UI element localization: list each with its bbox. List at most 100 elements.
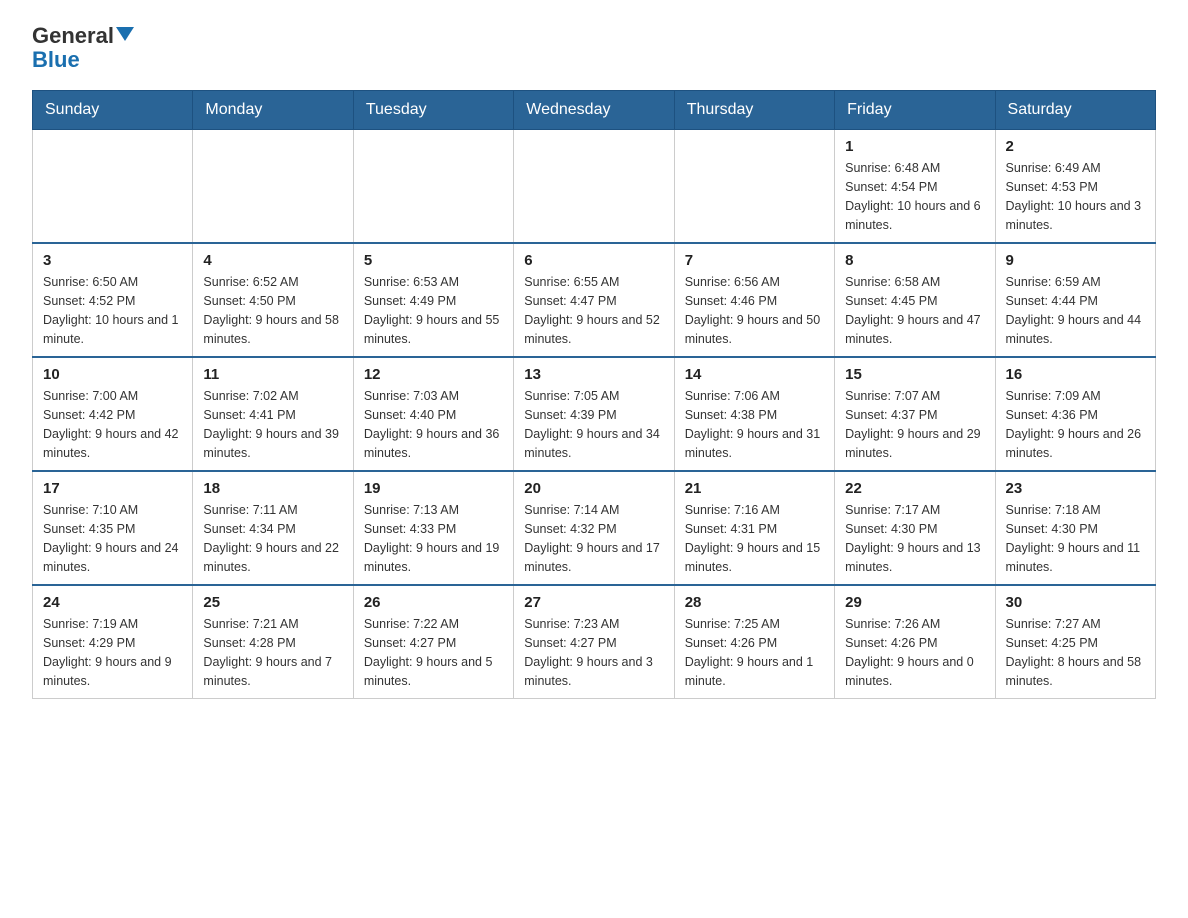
day-info: Sunrise: 7:17 AM Sunset: 4:30 PM Dayligh… [845, 501, 984, 576]
day-number: 18 [203, 480, 342, 497]
calendar-cell [674, 130, 834, 244]
calendar-cell [193, 130, 353, 244]
day-info: Sunrise: 7:18 AM Sunset: 4:30 PM Dayligh… [1006, 501, 1145, 576]
day-number: 25 [203, 594, 342, 611]
cell-content: 23 Sunrise: 7:18 AM Sunset: 4:30 PM Dayli… [1006, 480, 1145, 576]
calendar-cell [514, 130, 674, 244]
weekday-header-sunday: Sunday [33, 91, 193, 130]
calendar-cell: 2 Sunrise: 6:49 AM Sunset: 4:53 PM Daylig… [995, 130, 1155, 244]
day-number: 28 [685, 594, 824, 611]
day-info: Sunrise: 7:03 AM Sunset: 4:40 PM Dayligh… [364, 387, 503, 462]
calendar-cell: 27Sunrise: 7:23 AM Sunset: 4:27 PM Dayli… [514, 585, 674, 699]
calendar-cell: 30 Sunrise: 7:27 AM Sunset: 4:25 PM Dayli… [995, 585, 1155, 699]
calendar-cell: 4 Sunrise: 6:52 AM Sunset: 4:50 PM Daylig… [193, 243, 353, 357]
calendar-cell: 8Sunrise: 6:58 AM Sunset: 4:45 PM Daylig… [835, 243, 995, 357]
cell-content: 21Sunrise: 7:16 AM Sunset: 4:31 PM Dayli… [685, 480, 824, 576]
cell-content: 28 Sunrise: 7:25 AM Sunset: 4:26 PM Dayli… [685, 594, 824, 690]
calendar-cell: 1 Sunrise: 6:48 AM Sunset: 4:54 PM Daylig… [835, 130, 995, 244]
day-number: 16 [1006, 366, 1145, 383]
day-number: 30 [1006, 594, 1145, 611]
day-number: 6 [524, 252, 663, 269]
day-number: 8 [845, 252, 984, 269]
day-info: Sunrise: 7:09 AM Sunset: 4:36 PM Dayligh… [1006, 387, 1145, 462]
day-info: Sunrise: 7:26 AM Sunset: 4:26 PM Dayligh… [845, 615, 984, 690]
day-number: 7 [685, 252, 824, 269]
week-row-5: 24 Sunrise: 7:19 AM Sunset: 4:29 PM Dayli… [33, 585, 1156, 699]
day-info: Sunrise: 7:22 AM Sunset: 4:27 PM Dayligh… [364, 615, 503, 690]
cell-content: 19Sunrise: 7:13 AM Sunset: 4:33 PM Dayli… [364, 480, 503, 576]
day-info: Sunrise: 7:25 AM Sunset: 4:26 PM Dayligh… [685, 615, 824, 690]
week-row-4: 17Sunrise: 7:10 AM Sunset: 4:35 PM Dayli… [33, 471, 1156, 585]
calendar-cell [353, 130, 513, 244]
day-number: 29 [845, 594, 984, 611]
calendar-cell: 3Sunrise: 6:50 AM Sunset: 4:52 PM Daylig… [33, 243, 193, 357]
weekday-header-friday: Friday [835, 91, 995, 130]
cell-content: 25 Sunrise: 7:21 AM Sunset: 4:28 PM Dayli… [203, 594, 342, 690]
day-info: Sunrise: 7:19 AM Sunset: 4:29 PM Dayligh… [43, 615, 182, 690]
logo-blue-text: Blue [32, 47, 80, 72]
day-number: 10 [43, 366, 182, 383]
day-info: Sunrise: 6:48 AM Sunset: 4:54 PM Dayligh… [845, 159, 984, 234]
day-number: 3 [43, 252, 182, 269]
day-info: Sunrise: 7:14 AM Sunset: 4:32 PM Dayligh… [524, 501, 663, 576]
week-row-3: 10Sunrise: 7:00 AM Sunset: 4:42 PM Dayli… [33, 357, 1156, 471]
cell-content: 24 Sunrise: 7:19 AM Sunset: 4:29 PM Dayli… [43, 594, 182, 690]
day-number: 4 [203, 252, 342, 269]
cell-content: 10Sunrise: 7:00 AM Sunset: 4:42 PM Dayli… [43, 366, 182, 462]
day-info: Sunrise: 6:53 AM Sunset: 4:49 PM Dayligh… [364, 273, 503, 348]
logo-triangle-icon [116, 27, 134, 41]
calendar-cell: 16 Sunrise: 7:09 AM Sunset: 4:36 PM Dayli… [995, 357, 1155, 471]
cell-content: 22 Sunrise: 7:17 AM Sunset: 4:30 PM Dayli… [845, 480, 984, 576]
calendar-cell: 5 Sunrise: 6:53 AM Sunset: 4:49 PM Daylig… [353, 243, 513, 357]
day-number: 5 [364, 252, 503, 269]
cell-content: 26 Sunrise: 7:22 AM Sunset: 4:27 PM Dayli… [364, 594, 503, 690]
calendar-cell: 17Sunrise: 7:10 AM Sunset: 4:35 PM Dayli… [33, 471, 193, 585]
day-number: 19 [364, 480, 503, 497]
day-number: 22 [845, 480, 984, 497]
day-number: 20 [524, 480, 663, 497]
header: General Blue [32, 24, 1156, 72]
logo: General Blue [32, 24, 134, 72]
calendar-cell: 29 Sunrise: 7:26 AM Sunset: 4:26 PM Dayli… [835, 585, 995, 699]
day-number: 2 [1006, 138, 1145, 155]
day-info: Sunrise: 7:07 AM Sunset: 4:37 PM Dayligh… [845, 387, 984, 462]
day-number: 23 [1006, 480, 1145, 497]
calendar-cell: 22 Sunrise: 7:17 AM Sunset: 4:30 PM Dayli… [835, 471, 995, 585]
calendar: SundayMondayTuesdayWednesdayThursdayFrid… [32, 90, 1156, 699]
day-number: 9 [1006, 252, 1145, 269]
cell-content: 16 Sunrise: 7:09 AM Sunset: 4:36 PM Dayli… [1006, 366, 1145, 462]
cell-content: 18 Sunrise: 7:11 AM Sunset: 4:34 PM Dayli… [203, 480, 342, 576]
day-info: Sunrise: 6:55 AM Sunset: 4:47 PM Dayligh… [524, 273, 663, 348]
cell-content: 6 Sunrise: 6:55 AM Sunset: 4:47 PM Daylig… [524, 252, 663, 348]
day-info: Sunrise: 7:21 AM Sunset: 4:28 PM Dayligh… [203, 615, 342, 690]
cell-content: 1 Sunrise: 6:48 AM Sunset: 4:54 PM Daylig… [845, 138, 984, 234]
cell-content: 2 Sunrise: 6:49 AM Sunset: 4:53 PM Daylig… [1006, 138, 1145, 234]
day-number: 1 [845, 138, 984, 155]
calendar-cell: 15 Sunrise: 7:07 AM Sunset: 4:37 PM Dayli… [835, 357, 995, 471]
cell-content: 29 Sunrise: 7:26 AM Sunset: 4:26 PM Dayli… [845, 594, 984, 690]
calendar-cell: 21Sunrise: 7:16 AM Sunset: 4:31 PM Dayli… [674, 471, 834, 585]
calendar-cell: 26 Sunrise: 7:22 AM Sunset: 4:27 PM Dayli… [353, 585, 513, 699]
calendar-cell: 25 Sunrise: 7:21 AM Sunset: 4:28 PM Dayli… [193, 585, 353, 699]
cell-content: 14Sunrise: 7:06 AM Sunset: 4:38 PM Dayli… [685, 366, 824, 462]
weekday-header-thursday: Thursday [674, 91, 834, 130]
day-number: 24 [43, 594, 182, 611]
day-info: Sunrise: 7:23 AM Sunset: 4:27 PM Dayligh… [524, 615, 663, 690]
day-number: 26 [364, 594, 503, 611]
calendar-cell: 18 Sunrise: 7:11 AM Sunset: 4:34 PM Dayli… [193, 471, 353, 585]
calendar-cell: 24 Sunrise: 7:19 AM Sunset: 4:29 PM Dayli… [33, 585, 193, 699]
day-number: 15 [845, 366, 984, 383]
calendar-cell [33, 130, 193, 244]
cell-content: 15 Sunrise: 7:07 AM Sunset: 4:37 PM Dayli… [845, 366, 984, 462]
day-info: Sunrise: 6:49 AM Sunset: 4:53 PM Dayligh… [1006, 159, 1145, 234]
day-info: Sunrise: 7:10 AM Sunset: 4:35 PM Dayligh… [43, 501, 182, 576]
week-row-2: 3Sunrise: 6:50 AM Sunset: 4:52 PM Daylig… [33, 243, 1156, 357]
day-info: Sunrise: 6:52 AM Sunset: 4:50 PM Dayligh… [203, 273, 342, 348]
calendar-cell: 14Sunrise: 7:06 AM Sunset: 4:38 PM Dayli… [674, 357, 834, 471]
day-info: Sunrise: 7:27 AM Sunset: 4:25 PM Dayligh… [1006, 615, 1145, 690]
cell-content: 3Sunrise: 6:50 AM Sunset: 4:52 PM Daylig… [43, 252, 182, 348]
day-number: 12 [364, 366, 503, 383]
day-info: Sunrise: 7:11 AM Sunset: 4:34 PM Dayligh… [203, 501, 342, 576]
weekday-header-tuesday: Tuesday [353, 91, 513, 130]
cell-content: 30 Sunrise: 7:27 AM Sunset: 4:25 PM Dayli… [1006, 594, 1145, 690]
